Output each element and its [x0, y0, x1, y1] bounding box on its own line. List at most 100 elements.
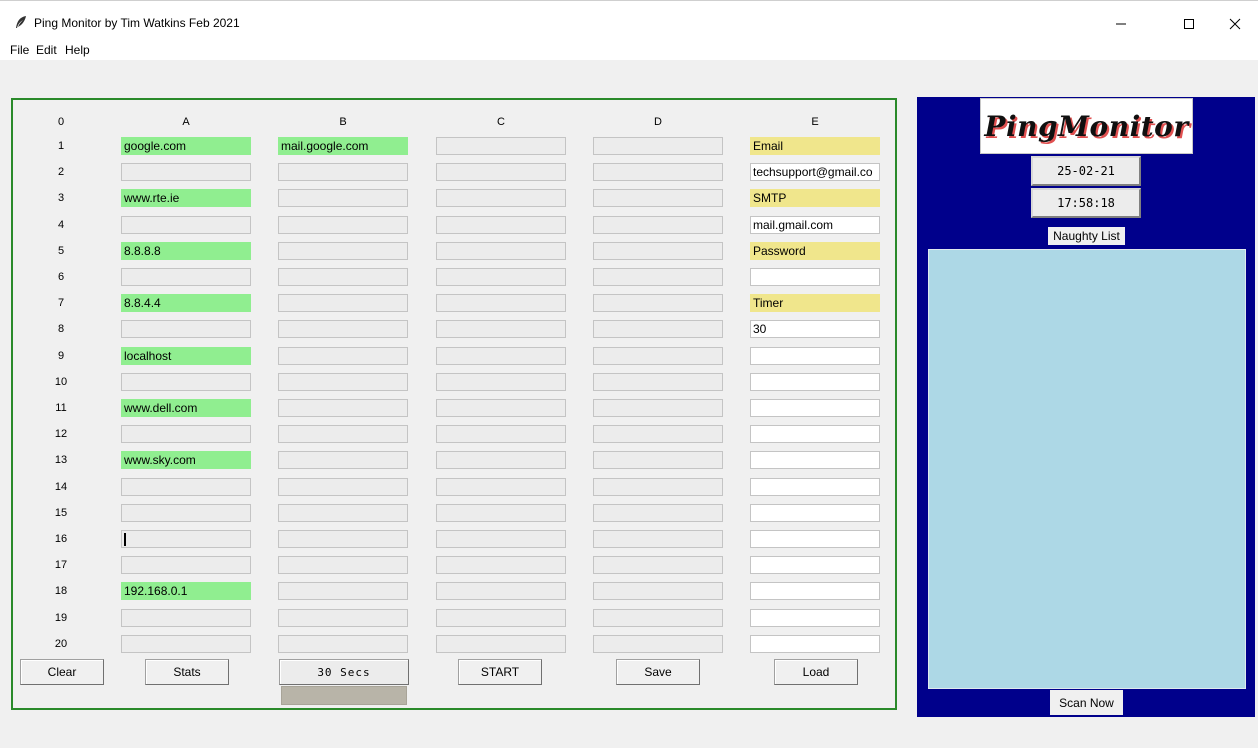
cell-c5[interactable]: [436, 242, 566, 260]
cell-b12[interactable]: [278, 425, 408, 443]
cell-c1[interactable]: [436, 137, 566, 155]
cell-e3[interactable]: SMTP: [750, 189, 880, 207]
cell-b15[interactable]: [278, 504, 408, 522]
cell-a18[interactable]: 192.168.0.1: [121, 582, 251, 600]
cell-d11[interactable]: [593, 399, 723, 417]
cell-a10[interactable]: [121, 373, 251, 391]
cell-d1[interactable]: [593, 137, 723, 155]
cell-d20[interactable]: [593, 635, 723, 653]
menu-help[interactable]: Help: [65, 43, 90, 57]
cell-e10[interactable]: [750, 373, 880, 391]
cell-d16[interactable]: [593, 530, 723, 548]
cell-a20[interactable]: [121, 635, 251, 653]
cell-a16[interactable]: [121, 530, 251, 548]
cell-b3[interactable]: [278, 189, 408, 207]
cell-e6[interactable]: [750, 268, 880, 286]
cell-b9[interactable]: [278, 347, 408, 365]
cell-b6[interactable]: [278, 268, 408, 286]
cell-b19[interactable]: [278, 609, 408, 627]
cell-c11[interactable]: [436, 399, 566, 417]
cell-a15[interactable]: [121, 504, 251, 522]
cell-e5[interactable]: Password: [750, 242, 880, 260]
cell-e19[interactable]: [750, 609, 880, 627]
cell-a9[interactable]: localhost: [121, 347, 251, 365]
menu-file[interactable]: File: [10, 43, 29, 57]
cell-c10[interactable]: [436, 373, 566, 391]
cell-e8[interactable]: 30: [750, 320, 880, 338]
cell-b14[interactable]: [278, 478, 408, 496]
menu-edit[interactable]: Edit: [36, 43, 57, 57]
cell-a17[interactable]: [121, 556, 251, 574]
cell-e20[interactable]: [750, 635, 880, 653]
cell-a13[interactable]: www.sky.com: [121, 451, 251, 469]
cell-b5[interactable]: [278, 242, 408, 260]
scan-now-button[interactable]: Scan Now: [1050, 690, 1123, 715]
cell-b17[interactable]: [278, 556, 408, 574]
cell-e15[interactable]: [750, 504, 880, 522]
save-button[interactable]: Save: [616, 659, 700, 685]
cell-d10[interactable]: [593, 373, 723, 391]
cell-e16[interactable]: [750, 530, 880, 548]
cell-c19[interactable]: [436, 609, 566, 627]
cell-b8[interactable]: [278, 320, 408, 338]
cell-d17[interactable]: [593, 556, 723, 574]
cell-a12[interactable]: [121, 425, 251, 443]
cell-a4[interactable]: [121, 216, 251, 234]
cell-d8[interactable]: [593, 320, 723, 338]
cell-e13[interactable]: [750, 451, 880, 469]
cell-a14[interactable]: [121, 478, 251, 496]
cell-a11[interactable]: www.dell.com: [121, 399, 251, 417]
cell-d13[interactable]: [593, 451, 723, 469]
start-button[interactable]: START: [458, 659, 542, 685]
cell-a8[interactable]: [121, 320, 251, 338]
maximize-button[interactable]: [1166, 9, 1212, 39]
cell-b7[interactable]: [278, 294, 408, 312]
cell-d18[interactable]: [593, 582, 723, 600]
cell-a19[interactable]: [121, 609, 251, 627]
cell-b18[interactable]: [278, 582, 408, 600]
cell-d5[interactable]: [593, 242, 723, 260]
cell-a7[interactable]: 8.8.4.4: [121, 294, 251, 312]
cell-e14[interactable]: [750, 478, 880, 496]
cell-b10[interactable]: [278, 373, 408, 391]
cell-c18[interactable]: [436, 582, 566, 600]
cell-d12[interactable]: [593, 425, 723, 443]
clear-button[interactable]: Clear: [20, 659, 104, 685]
cell-d14[interactable]: [593, 478, 723, 496]
load-button[interactable]: Load: [774, 659, 858, 685]
cell-d4[interactable]: [593, 216, 723, 234]
close-button[interactable]: [1212, 9, 1258, 39]
cell-b2[interactable]: [278, 163, 408, 181]
cell-c13[interactable]: [436, 451, 566, 469]
cell-a2[interactable]: [121, 163, 251, 181]
cell-b20[interactable]: [278, 635, 408, 653]
cell-a3[interactable]: www.rte.ie: [121, 189, 251, 207]
cell-e7[interactable]: Timer: [750, 294, 880, 312]
cell-c8[interactable]: [436, 320, 566, 338]
timer-button[interactable]: 30 Secs: [279, 659, 409, 685]
cell-c20[interactable]: [436, 635, 566, 653]
cell-e2[interactable]: techsupport@gmail.co: [750, 163, 880, 181]
cell-c15[interactable]: [436, 504, 566, 522]
cell-b16[interactable]: [278, 530, 408, 548]
cell-b1[interactable]: mail.google.com: [278, 137, 408, 155]
naughty-list[interactable]: [928, 249, 1246, 689]
cell-a6[interactable]: [121, 268, 251, 286]
cell-e17[interactable]: [750, 556, 880, 574]
cell-e4[interactable]: mail.gmail.com: [750, 216, 880, 234]
cell-c17[interactable]: [436, 556, 566, 574]
cell-c9[interactable]: [436, 347, 566, 365]
cell-e9[interactable]: [750, 347, 880, 365]
cell-d15[interactable]: [593, 504, 723, 522]
cell-e12[interactable]: [750, 425, 880, 443]
cell-b4[interactable]: [278, 216, 408, 234]
cell-d7[interactable]: [593, 294, 723, 312]
cell-e11[interactable]: [750, 399, 880, 417]
cell-b11[interactable]: [278, 399, 408, 417]
cell-c12[interactable]: [436, 425, 566, 443]
cell-c7[interactable]: [436, 294, 566, 312]
cell-a1[interactable]: google.com: [121, 137, 251, 155]
cell-d2[interactable]: [593, 163, 723, 181]
cell-d6[interactable]: [593, 268, 723, 286]
cell-c4[interactable]: [436, 216, 566, 234]
